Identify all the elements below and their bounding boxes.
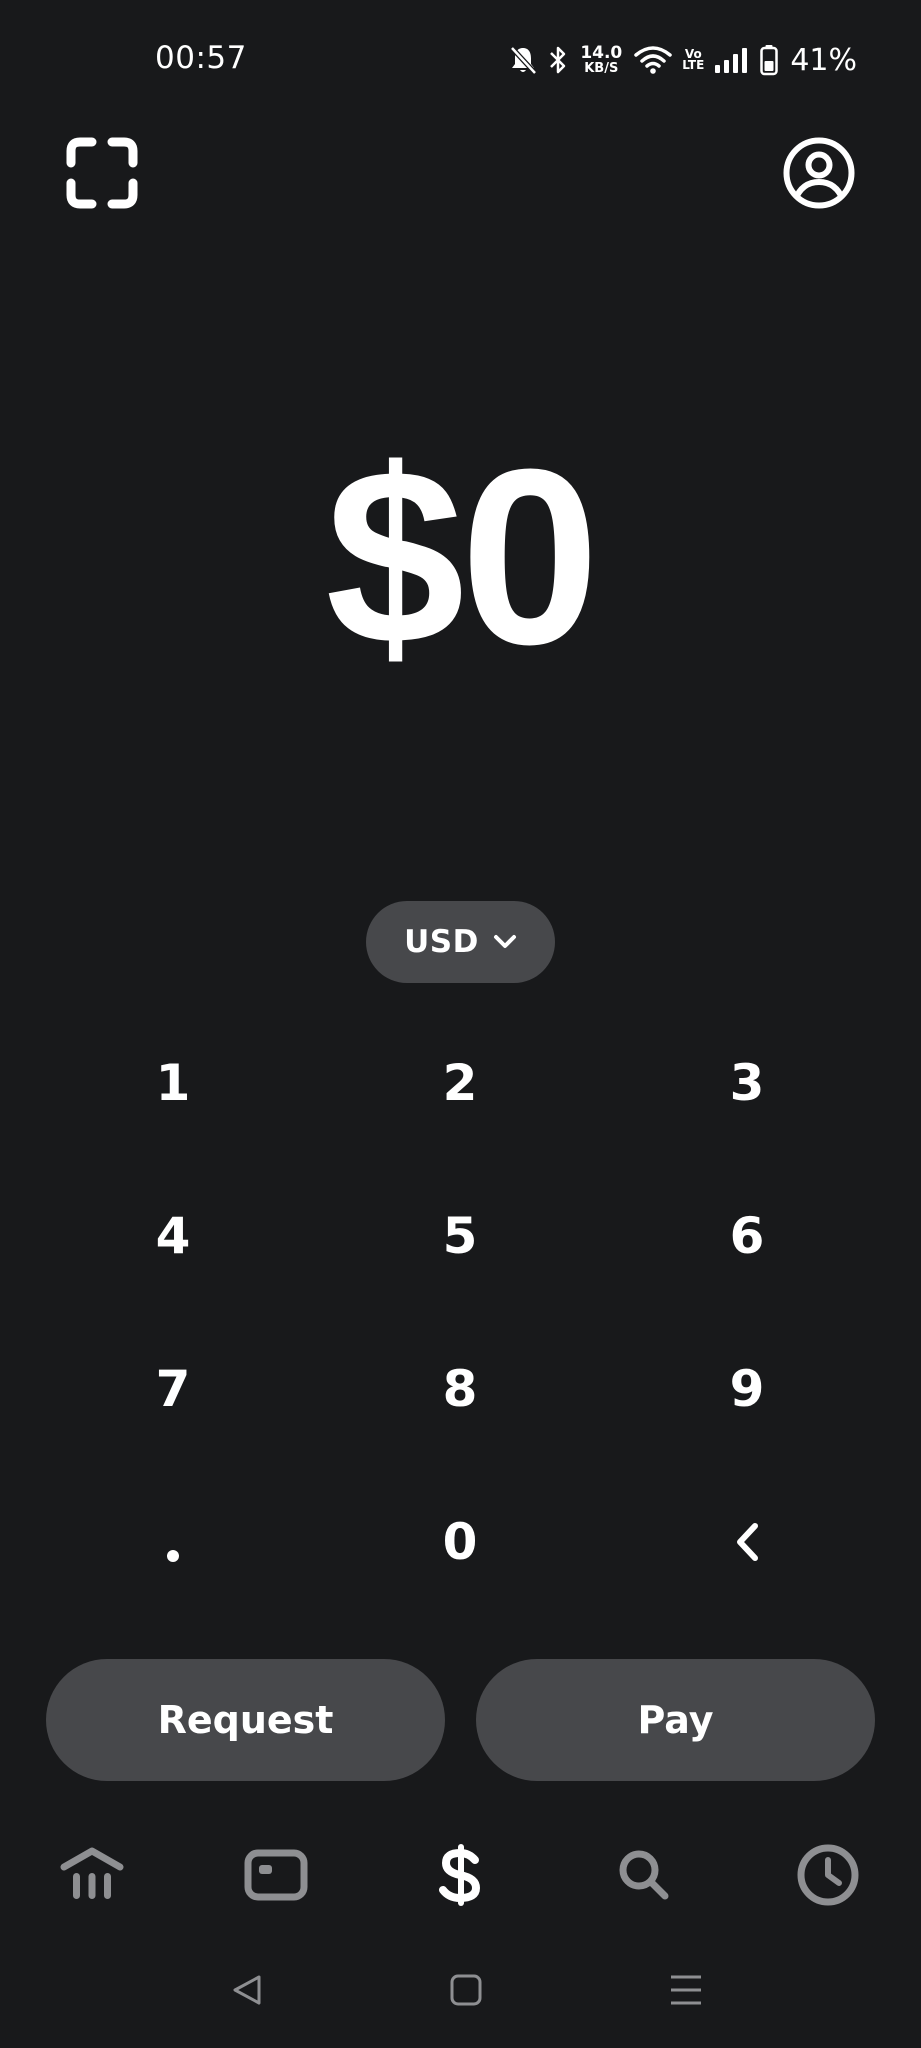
key-5[interactable]: 5 bbox=[350, 1171, 570, 1301]
network-speed-value: 14.0 bbox=[580, 43, 623, 63]
scan-button[interactable] bbox=[66, 137, 138, 209]
currency-label: USD bbox=[404, 924, 479, 960]
key-2[interactable]: 2 bbox=[350, 1018, 570, 1148]
network-speed: 14.0 KB/S bbox=[580, 43, 623, 76]
battery-icon bbox=[760, 44, 779, 76]
key-4[interactable]: 4 bbox=[63, 1171, 283, 1301]
scan-icon bbox=[66, 137, 138, 209]
clock-icon bbox=[797, 1844, 859, 1906]
pay-button[interactable]: Pay bbox=[476, 1659, 875, 1781]
bottom-nav bbox=[0, 1835, 921, 1915]
bluetooth-icon bbox=[548, 44, 568, 76]
network-speed-unit: KB/S bbox=[584, 61, 619, 76]
key-3[interactable]: 3 bbox=[637, 1018, 857, 1148]
system-nav bbox=[0, 1960, 921, 2020]
system-back-button[interactable] bbox=[217, 1960, 277, 2020]
system-recents-button[interactable] bbox=[656, 1960, 716, 2020]
card-icon bbox=[244, 1849, 308, 1901]
currency-selector[interactable]: USD bbox=[366, 901, 555, 983]
profile-icon bbox=[783, 137, 855, 209]
bell-muted-icon bbox=[508, 44, 538, 76]
cash-app-screen: 00:57 14.0 KB/S Vo LTE 41% $0 USD 1 2 3 … bbox=[0, 0, 921, 2048]
back-icon bbox=[233, 1975, 261, 2005]
nav-search[interactable] bbox=[604, 1835, 684, 1915]
status-time: 00:57 bbox=[155, 40, 247, 76]
signal-icon bbox=[714, 46, 750, 74]
key-0[interactable]: 0 bbox=[350, 1477, 570, 1607]
key-decimal[interactable] bbox=[63, 1477, 283, 1607]
key-8[interactable]: 8 bbox=[350, 1324, 570, 1454]
key-9[interactable]: 9 bbox=[637, 1324, 857, 1454]
nav-payments[interactable] bbox=[420, 1835, 500, 1915]
key-7[interactable]: 7 bbox=[63, 1324, 283, 1454]
amount-display: $0 bbox=[325, 417, 599, 696]
backspace-icon bbox=[737, 1523, 758, 1561]
key-6[interactable]: 6 bbox=[637, 1171, 857, 1301]
profile-button[interactable] bbox=[782, 136, 856, 210]
volte-indicator: Vo LTE bbox=[682, 47, 705, 72]
nav-card[interactable] bbox=[236, 1835, 316, 1915]
battery-percent: 41% bbox=[790, 42, 857, 78]
decimal-dot bbox=[167, 1550, 179, 1562]
home-icon bbox=[450, 1974, 482, 2006]
recents-icon bbox=[671, 1975, 701, 2005]
status-icons: 14.0 KB/S Vo LTE 41% bbox=[508, 40, 857, 80]
wifi-icon bbox=[634, 45, 673, 75]
status-bar: 00:57 14.0 KB/S Vo LTE 41% bbox=[0, 0, 921, 118]
key-1[interactable]: 1 bbox=[63, 1018, 283, 1148]
bank-icon bbox=[60, 1847, 124, 1899]
search-icon bbox=[619, 1850, 669, 1900]
key-backspace[interactable] bbox=[637, 1477, 857, 1607]
nav-activity[interactable] bbox=[788, 1835, 868, 1915]
chevron-down-icon bbox=[493, 935, 516, 948]
system-home-button[interactable] bbox=[436, 1960, 496, 2020]
nav-banking[interactable] bbox=[52, 1835, 132, 1915]
volte-bottom: LTE bbox=[682, 58, 705, 72]
dollar-icon bbox=[439, 1844, 481, 1906]
request-button[interactable]: Request bbox=[46, 1659, 445, 1781]
